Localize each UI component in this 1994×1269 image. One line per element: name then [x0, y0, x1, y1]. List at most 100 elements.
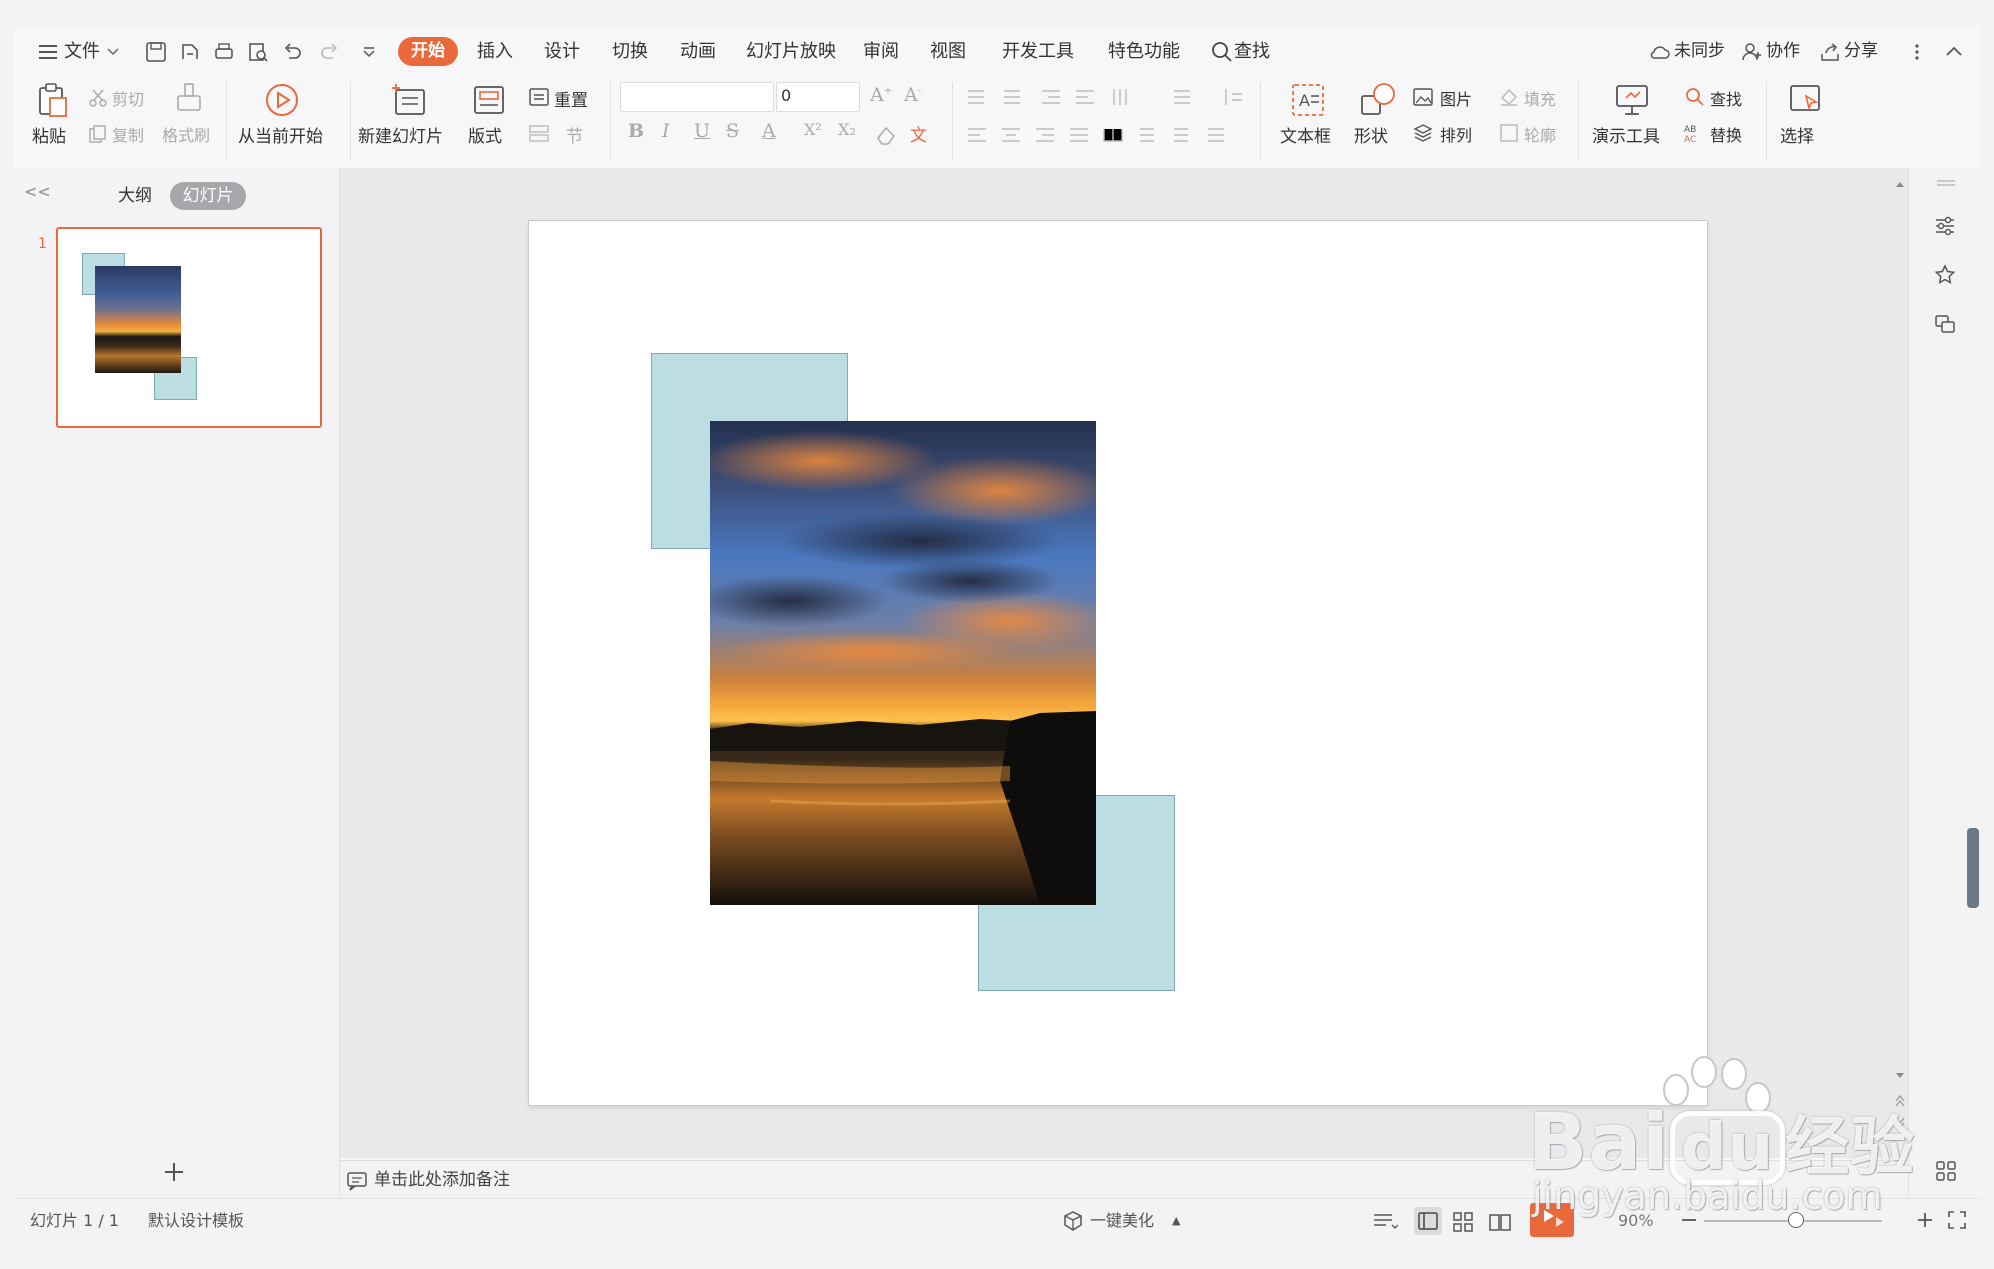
drag-handle-icon[interactable]	[1935, 178, 1957, 188]
reset-icon[interactable]	[528, 86, 550, 108]
subscript-icon[interactable]: X₂	[838, 120, 856, 139]
sunset-photo[interactable]	[710, 421, 1096, 905]
export-icon[interactable]	[178, 40, 202, 64]
customize-quick-access-icon[interactable]	[360, 40, 378, 64]
normal-view-button[interactable]	[1414, 1207, 1442, 1235]
properties-icon[interactable]	[1933, 214, 1957, 238]
hamburger-icon[interactable]	[36, 40, 60, 64]
tab-slides[interactable]: 幻灯片	[170, 182, 246, 210]
tab-developer[interactable]: 开发工具	[1002, 27, 1074, 76]
template-name[interactable]: 默认设计模板	[148, 1199, 244, 1242]
copy-button[interactable]: 复制	[112, 122, 144, 146]
replace-icon[interactable]: AB AC	[1684, 122, 1706, 144]
strikethrough-icon[interactable]: S	[726, 120, 739, 142]
cut-button[interactable]: 剪切	[112, 86, 144, 110]
undo-icon[interactable]	[280, 40, 304, 64]
tab-outline[interactable]: 大纲	[118, 182, 152, 210]
text-box-button[interactable]: 文本框	[1280, 122, 1331, 147]
tab-special-features[interactable]: 特色功能	[1108, 27, 1180, 76]
collaborate-button[interactable]: 协作	[1766, 27, 1800, 76]
font-color-icon[interactable]: A	[762, 120, 776, 142]
reading-view-icon[interactable]	[1488, 1211, 1512, 1233]
collaborate-icon[interactable]	[1740, 40, 1764, 64]
tab-design[interactable]: 设计	[544, 27, 580, 76]
presentation-tools-icon[interactable]	[1614, 82, 1650, 118]
new-slide-button[interactable]: 新建幻灯片	[358, 122, 443, 147]
format-painter-icon[interactable]	[172, 82, 206, 116]
paragraph-tools-row1[interactable]	[964, 86, 1254, 108]
notes-placeholder[interactable]: 单击此处添加备注	[374, 1161, 510, 1199]
select-icon[interactable]	[1788, 82, 1824, 118]
fill-button[interactable]: 填充	[1524, 86, 1556, 110]
find-icon[interactable]	[1684, 86, 1706, 108]
fill-icon[interactable]	[1498, 86, 1520, 108]
increase-font-icon[interactable]: A+	[870, 84, 892, 106]
outline-icon[interactable]	[1498, 122, 1520, 144]
picture-icon[interactable]	[1412, 86, 1434, 108]
slide-thumbnail-1[interactable]	[56, 227, 322, 428]
outline-button[interactable]: 轮廓	[1524, 122, 1556, 146]
fit-window-icon[interactable]	[1948, 1211, 1966, 1229]
font-family-select[interactable]	[620, 82, 774, 112]
decrease-font-icon[interactable]: A-	[904, 84, 921, 106]
play-from-current-icon[interactable]	[264, 82, 300, 118]
superscript-icon[interactable]: X²	[804, 120, 822, 139]
select-button[interactable]: 选择	[1780, 122, 1814, 147]
collapse-ribbon-icon[interactable]	[1942, 40, 1966, 64]
print-icon[interactable]	[212, 40, 236, 64]
replace-button[interactable]: 替换	[1710, 122, 1742, 146]
presentation-tools-button[interactable]: 演示工具	[1592, 122, 1660, 147]
underline-icon[interactable]: U	[694, 120, 710, 142]
tab-insert[interactable]: 插入	[477, 27, 513, 76]
notes-toggle-icon[interactable]	[1372, 1211, 1398, 1231]
tab-transitions[interactable]: 切换	[612, 27, 648, 76]
collapse-panel-button[interactable]: <<	[24, 182, 51, 201]
more-icon[interactable]	[1912, 40, 1922, 64]
cloud-sync-icon[interactable]	[1648, 40, 1672, 64]
tab-view[interactable]: 视图	[930, 27, 966, 76]
find-button[interactable]: 查找	[1710, 86, 1742, 110]
tab-slideshow[interactable]: 幻灯片放映	[746, 27, 836, 76]
chevron-down-icon[interactable]	[106, 40, 120, 64]
section-button[interactable]: 节	[566, 122, 583, 147]
font-size-select[interactable]: 0	[776, 82, 860, 112]
side-scroll-tab[interactable]	[1967, 828, 1979, 908]
arrange-button[interactable]: 排列	[1440, 122, 1472, 146]
beautify-caret-icon[interactable]: ▲	[1172, 1199, 1180, 1242]
paste-button[interactable]: 粘贴	[32, 122, 66, 147]
transition-icon[interactable]	[1933, 312, 1957, 336]
new-slide-icon[interactable]	[392, 82, 428, 118]
print-preview-icon[interactable]	[246, 40, 270, 64]
section-icon[interactable]	[528, 122, 550, 144]
sync-status[interactable]: 未同步	[1674, 27, 1725, 76]
picture-button[interactable]: 图片	[1440, 86, 1472, 110]
scroll-up-icon[interactable]	[1895, 178, 1905, 190]
save-icon[interactable]	[144, 40, 168, 64]
tab-animations[interactable]: 动画	[680, 27, 716, 76]
redo-icon[interactable]	[318, 40, 342, 64]
shape-button[interactable]: 形状	[1354, 122, 1388, 147]
text-box-icon[interactable]: A	[1290, 82, 1326, 118]
arrange-icon[interactable]	[1412, 122, 1434, 144]
search-icon[interactable]	[1210, 40, 1234, 64]
scissors-icon[interactable]	[88, 88, 108, 108]
reset-button[interactable]: 重置	[554, 86, 588, 111]
shape-icon[interactable]	[1360, 82, 1396, 118]
search-label[interactable]: 查找	[1234, 27, 1270, 76]
paragraph-tools-row2[interactable]	[964, 124, 1254, 146]
slide-1[interactable]	[529, 221, 1707, 1105]
share-button[interactable]: 分享	[1844, 27, 1878, 76]
beautify-icon[interactable]	[1062, 1210, 1084, 1232]
menu-file[interactable]: 文件	[64, 27, 100, 76]
clear-format-icon[interactable]	[874, 124, 896, 146]
layout-icon[interactable]	[472, 84, 506, 116]
italic-icon[interactable]: I	[662, 120, 670, 142]
layout-button[interactable]: 版式	[468, 122, 502, 147]
tab-review[interactable]: 审阅	[863, 27, 899, 76]
animation-icon[interactable]	[1933, 263, 1957, 287]
text-effect-icon[interactable]: 文	[908, 124, 934, 146]
format-painter-button[interactable]: 格式刷	[162, 122, 210, 146]
add-slide-icon[interactable]	[162, 1160, 186, 1184]
beautify-button[interactable]: 一键美化	[1090, 1199, 1154, 1242]
copy-icon[interactable]	[88, 124, 108, 144]
